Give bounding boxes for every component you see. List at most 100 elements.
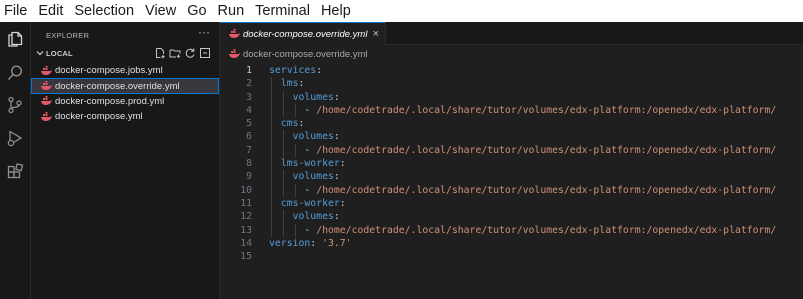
line-number: 1 [246,65,252,76]
line-number: 6 [246,131,252,143]
code-line: 11 cms-worker: [220,196,803,211]
punctuation-token: : [339,197,346,209]
key-token: volumes [269,91,334,103]
file-item[interactable]: docker-compose.yml [31,109,219,124]
new-folder-icon[interactable] [169,47,181,59]
line-content: version: '3.7' [269,237,352,250]
run-debug-icon[interactable] [6,129,24,147]
punctuation-token: - [269,224,317,236]
key-token: services [269,65,317,76]
code-line: 5 cms: [220,117,803,131]
docker-whale-icon [229,49,240,58]
line-number: 8 [246,158,252,170]
code-line: 10 - /home/codetrade/.local/share/tutor/… [220,183,803,197]
key-token: lms-worker [269,158,340,170]
file-label: docker-compose.prod.yml [55,95,165,107]
menu-file[interactable]: File [0,0,33,22]
menu-bar: File Edit Selection View Go Run Terminal… [0,0,803,22]
activity-bar [0,22,31,299]
key-token: volumes [269,131,334,143]
code-line: 1 services: [220,64,803,77]
line-number: 11 [240,197,252,209]
line-content: volumes: [269,130,340,143]
section-header-local[interactable]: LOCAL [31,47,219,61]
new-file-icon[interactable] [154,47,166,59]
docker-whale-icon [41,111,52,121]
menu-help[interactable]: Help [316,0,357,22]
punctuation-token: : [333,131,340,143]
editor-area: docker-compose.override.yml × docker-com… [220,22,803,299]
file-label: docker-compose.override.yml [55,80,180,92]
menu-run[interactable]: Run [213,0,251,22]
punctuation-token: : [298,118,305,130]
menu-go[interactable]: Go [182,0,212,22]
menu-terminal[interactable]: Terminal [250,0,316,22]
line-content: lms: [269,77,305,90]
string-token: /home/codetrade/.local/share/tutor/volum… [316,144,777,156]
key-token: cms-worker [269,197,340,209]
punctuation-token: - [269,144,317,156]
line-number: 7 [246,144,252,156]
line-content: volumes: [269,170,340,183]
code-line: 4 - /home/codetrade/.local/share/tutor/v… [220,103,803,118]
punctuation-token: : [339,158,346,170]
punctuation-token: : [333,91,340,103]
file-item-selected[interactable]: docker-compose.override.yml [31,78,219,94]
refresh-icon[interactable] [184,47,196,59]
code-line: 8 lms-worker: [220,157,803,171]
punctuation-token: : [316,65,323,76]
collapse-all-icon[interactable] [199,47,211,59]
line-content: services: [269,64,322,77]
code-line: 15 [220,250,803,263]
key-token: cms [269,118,299,130]
punctuation-token: : [333,171,340,183]
line-content: - /home/codetrade/.local/share/tutor/vol… [269,224,776,237]
close-icon[interactable]: × [373,28,379,40]
file-label: docker-compose.jobs.yml [55,65,163,77]
code-editor[interactable]: 1 services: 2 lms: 3 volumes: 4 - /home/code… [220,64,803,263]
menu-view[interactable]: View [140,0,182,22]
code-line: 3 volumes: [220,90,803,104]
string-token: /home/codetrade/.local/share/tutor/volum… [316,224,777,236]
line-content: cms: [269,117,305,130]
line-content: volumes: [269,91,340,104]
tab-docker-compose-override[interactable]: docker-compose.override.yml × [220,22,386,45]
file-item[interactable]: docker-compose.jobs.yml [31,63,219,78]
extensions-icon[interactable] [6,163,24,181]
more-actions-icon[interactable]: ··· [198,25,210,39]
punctuation-token: - [269,184,317,196]
string-token: /home/codetrade/.local/share/tutor/volum… [316,104,777,116]
key-token: version [269,237,311,249]
punctuation-token: : [333,211,340,223]
file-item[interactable]: docker-compose.prod.yml [31,94,219,109]
search-icon[interactable] [6,64,24,82]
string-token: /home/codetrade/.local/share/tutor/volum… [316,184,777,196]
sidebar-title: EXPLORER [46,31,90,40]
line-number: 10 [240,184,252,196]
file-label: docker-compose.yml [55,111,143,123]
docker-whale-icon [41,81,52,91]
chevron-down-icon [36,51,44,56]
key-token: lms [269,78,299,90]
punctuation-token: : [298,78,305,90]
breadcrumb-file[interactable]: docker-compose.override.yml [243,49,368,60]
line-number: 2 [246,78,252,90]
key-token: volumes [269,171,334,183]
punctuation-token: - [269,104,317,116]
code-line: 9 volumes: [220,170,803,184]
line-number: 12 [240,211,252,223]
menu-selection[interactable]: Selection [69,0,140,22]
line-number: 9 [246,171,252,183]
punctuation-token: : [310,237,323,249]
section-label: LOCAL [46,49,73,58]
line-content: - /home/codetrade/.local/share/tutor/vol… [269,184,776,197]
source-control-icon[interactable] [6,96,24,114]
code-line: 7 - /home/codetrade/.local/share/tutor/v… [220,143,803,158]
tab-bar: docker-compose.override.yml × [220,22,803,45]
menu-edit[interactable]: Edit [33,0,69,22]
explorer-icon[interactable] [6,30,24,48]
line-number: 13 [240,224,252,236]
line-content: cms-worker: [269,197,346,210]
line-number: 4 [246,104,252,116]
code-line: 2 lms: [220,77,803,91]
